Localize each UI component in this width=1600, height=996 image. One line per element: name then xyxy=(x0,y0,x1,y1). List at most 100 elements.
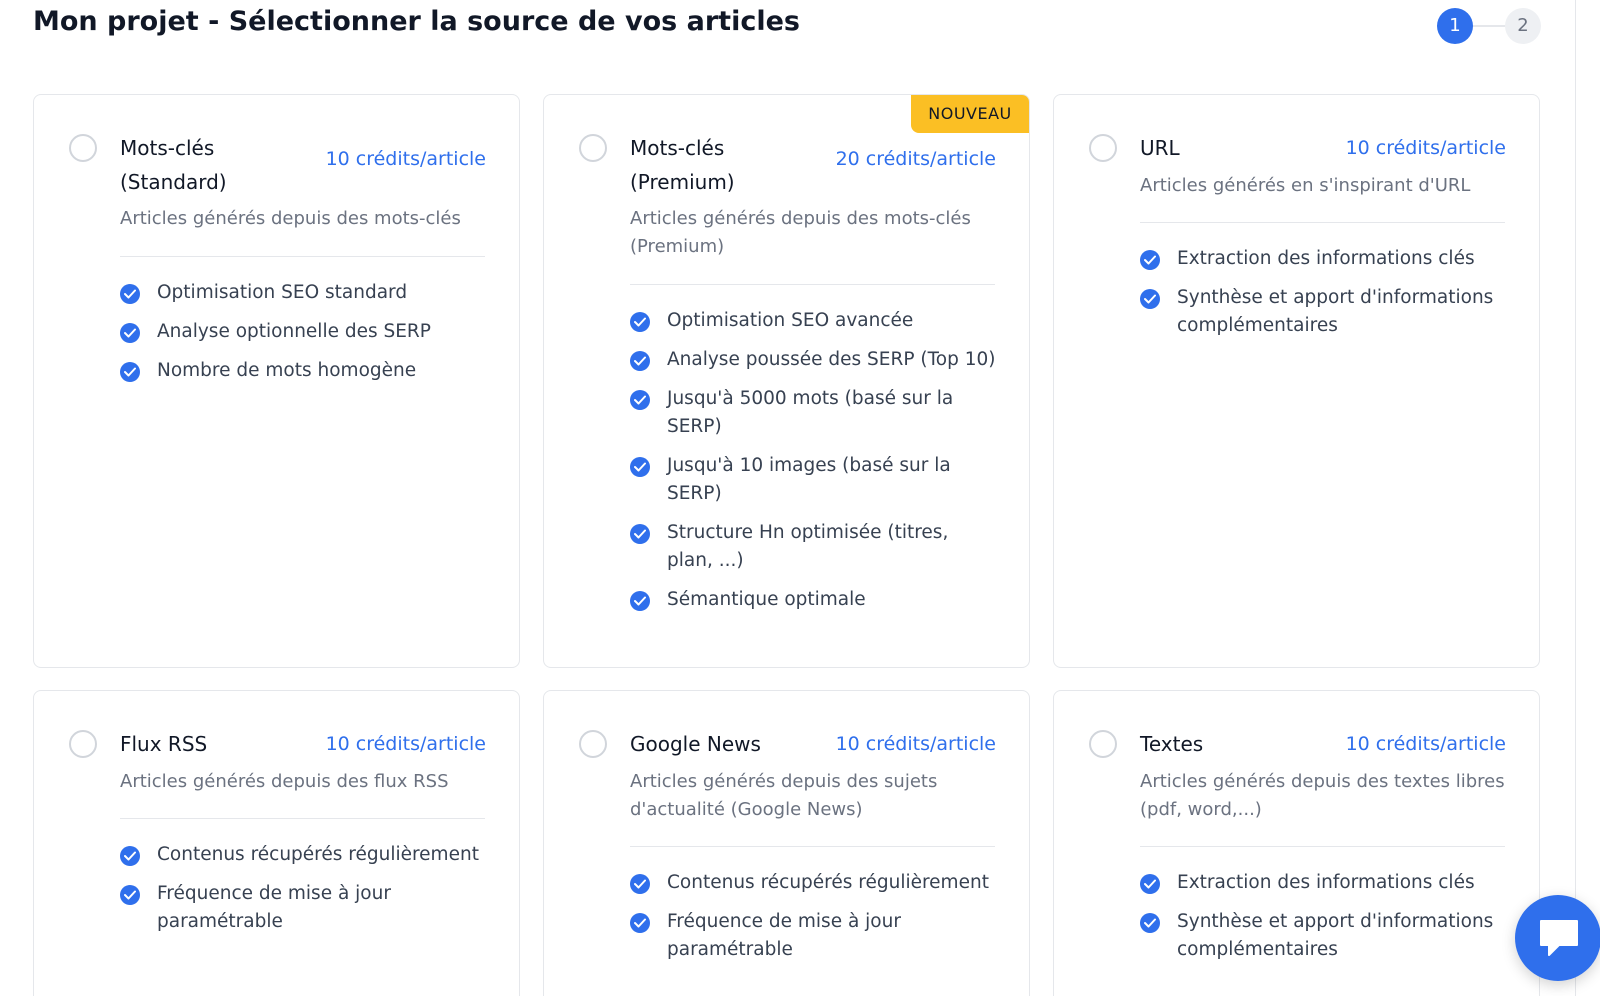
card-description: Articles générés en s'inspirant d'URL xyxy=(1140,175,1471,196)
feature-text: Optimisation SEO avancée xyxy=(667,310,914,331)
feature-list: Extraction des informations clés Synthès… xyxy=(1140,245,1510,351)
card-description: Articles générés depuis des mots-clés xyxy=(120,208,461,229)
feature-list: Optimisation SEO standard Analyse option… xyxy=(120,279,490,396)
feature-text: Jusqu'à 10 images (basé sur la SERP) xyxy=(667,455,951,504)
card-title: URL xyxy=(1140,136,1180,160)
feature-item: Synthèse et apport d'informations complé… xyxy=(1140,284,1510,340)
feature-text: Fréquence de mise à jour paramétrable xyxy=(157,883,391,932)
card-credits: 10 crédits/article xyxy=(835,733,996,755)
check-circle-icon xyxy=(630,457,650,477)
card-title: Mots-clés (Premium) xyxy=(630,136,735,194)
radio-button[interactable] xyxy=(1089,134,1117,162)
check-circle-icon xyxy=(630,351,650,371)
feature-item: Optimisation SEO avancée xyxy=(630,307,1000,335)
feature-item: Jusqu'à 10 images (basé sur la SERP) xyxy=(630,452,1000,508)
card-title: Google News xyxy=(630,732,761,756)
check-circle-icon xyxy=(630,524,650,544)
feature-text: Extraction des informations clés xyxy=(1177,248,1475,269)
source-card-keywords-standard[interactable]: Mots-clés (Standard) 10 crédits/article … xyxy=(33,94,520,668)
card-credits: 10 crédits/article xyxy=(325,733,486,755)
chat-widget-button[interactable] xyxy=(1515,895,1600,981)
feature-text: Sémantique optimale xyxy=(667,589,866,610)
page-title: Mon projet - Sélectionner la source de v… xyxy=(33,6,800,37)
feature-item: Contenus récupérés régulièrement xyxy=(630,869,1000,897)
card-divider xyxy=(120,256,485,257)
feature-text: Synthèse et apport d'informations complé… xyxy=(1177,287,1494,336)
stepper-connector xyxy=(1471,25,1507,27)
feature-item: Jusqu'à 5000 mots (basé sur la SERP) xyxy=(630,385,1000,441)
check-circle-icon xyxy=(120,362,140,382)
check-circle-icon xyxy=(1140,250,1160,270)
card-divider xyxy=(1140,846,1505,847)
card-title: Flux RSS xyxy=(120,732,208,756)
feature-list: Optimisation SEO avancée Analyse poussée… xyxy=(630,307,1000,625)
card-credits: 10 crédits/article xyxy=(325,148,486,170)
source-card-keywords-premium[interactable]: NOUVEAU Mots-clés (Premium) 20 crédits/a… xyxy=(543,94,1030,668)
check-circle-icon xyxy=(120,885,140,905)
card-description: Articles générés depuis des textes libre… xyxy=(1140,771,1505,820)
feature-text: Analyse poussée des SERP (Top 10) xyxy=(667,349,996,370)
source-card-google-news[interactable]: Google News 10 crédits/article Articles … xyxy=(543,690,1030,996)
feature-item: Extraction des informations clés xyxy=(1140,245,1510,273)
feature-text: Contenus récupérés régulièrement xyxy=(157,844,479,865)
feature-text: Analyse optionnelle des SERP xyxy=(157,321,431,342)
card-credits: 20 crédits/article xyxy=(835,148,996,170)
card-divider xyxy=(120,818,485,819)
card-description: Articles générés depuis des flux RSS xyxy=(120,771,449,792)
check-circle-icon xyxy=(630,591,650,611)
check-circle-icon xyxy=(1140,289,1160,309)
source-card-rss[interactable]: Flux RSS 10 crédits/article Articles gén… xyxy=(33,690,520,996)
feature-item: Synthèse et apport d'informations complé… xyxy=(1140,908,1510,964)
check-circle-icon xyxy=(1140,874,1160,894)
card-divider xyxy=(630,284,995,285)
radio-button[interactable] xyxy=(69,730,97,758)
check-circle-icon xyxy=(120,323,140,343)
card-divider xyxy=(1140,222,1505,223)
feature-item: Optimisation SEO standard xyxy=(120,279,490,307)
feature-text: Structure Hn optimisée (titres, plan, ..… xyxy=(667,522,949,571)
scrollbar-track[interactable] xyxy=(1575,0,1600,996)
step-2[interactable]: 2 xyxy=(1505,8,1541,44)
feature-text: Optimisation SEO standard xyxy=(157,282,408,303)
card-title: Textes xyxy=(1140,732,1204,756)
check-circle-icon xyxy=(630,874,650,894)
feature-item: Nombre de mots homogène xyxy=(120,357,490,385)
step-1[interactable]: 1 xyxy=(1437,8,1473,44)
card-credits: 10 crédits/article xyxy=(1345,733,1506,755)
feature-text: Jusqu'à 5000 mots (basé sur la SERP) xyxy=(667,388,954,437)
feature-item: Sémantique optimale xyxy=(630,586,1000,614)
source-card-url[interactable]: URL 10 crédits/article Articles générés … xyxy=(1053,94,1540,668)
check-circle-icon xyxy=(1140,913,1160,933)
feature-item: Structure Hn optimisée (titres, plan, ..… xyxy=(630,519,1000,575)
check-circle-icon xyxy=(120,284,140,304)
card-description: Articles générés depuis des sujets d'act… xyxy=(630,771,938,820)
feature-text: Synthèse et apport d'informations complé… xyxy=(1177,911,1494,960)
page: Mon projet - Sélectionner la source de v… xyxy=(0,0,1600,996)
feature-list: Contenus récupérés régulièrement Fréquen… xyxy=(630,869,1000,975)
check-circle-icon xyxy=(630,913,650,933)
feature-list: Extraction des informations clés Synthès… xyxy=(1140,869,1510,975)
feature-text: Extraction des informations clés xyxy=(1177,872,1475,893)
stepper: 1 2 xyxy=(1437,8,1541,44)
card-credits: 10 crédits/article xyxy=(1345,137,1506,159)
feature-text: Nombre de mots homogène xyxy=(157,360,417,381)
feature-list: Contenus récupérés régulièrement Fréquen… xyxy=(120,841,490,947)
radio-button[interactable] xyxy=(579,730,607,758)
source-card-texts[interactable]: Textes 10 crédits/article Articles génér… xyxy=(1053,690,1540,996)
check-circle-icon xyxy=(120,846,140,866)
radio-button[interactable] xyxy=(579,134,607,162)
check-circle-icon xyxy=(630,312,650,332)
feature-item: Analyse poussée des SERP (Top 10) xyxy=(630,346,1000,374)
check-circle-icon xyxy=(630,390,650,410)
feature-item: Analyse optionnelle des SERP xyxy=(120,318,490,346)
radio-button[interactable] xyxy=(69,134,97,162)
feature-text: Contenus récupérés régulièrement xyxy=(667,872,989,893)
feature-item: Contenus récupérés régulièrement xyxy=(120,841,490,869)
radio-button[interactable] xyxy=(1089,730,1117,758)
feature-text: Fréquence de mise à jour paramétrable xyxy=(667,911,901,960)
chat-bubble-icon xyxy=(1540,920,1578,956)
card-description: Articles générés depuis des mots-clés (P… xyxy=(630,208,971,257)
feature-item: Fréquence de mise à jour paramétrable xyxy=(120,880,490,936)
feature-item: Extraction des informations clés xyxy=(1140,869,1510,897)
feature-item: Fréquence de mise à jour paramétrable xyxy=(630,908,1000,964)
